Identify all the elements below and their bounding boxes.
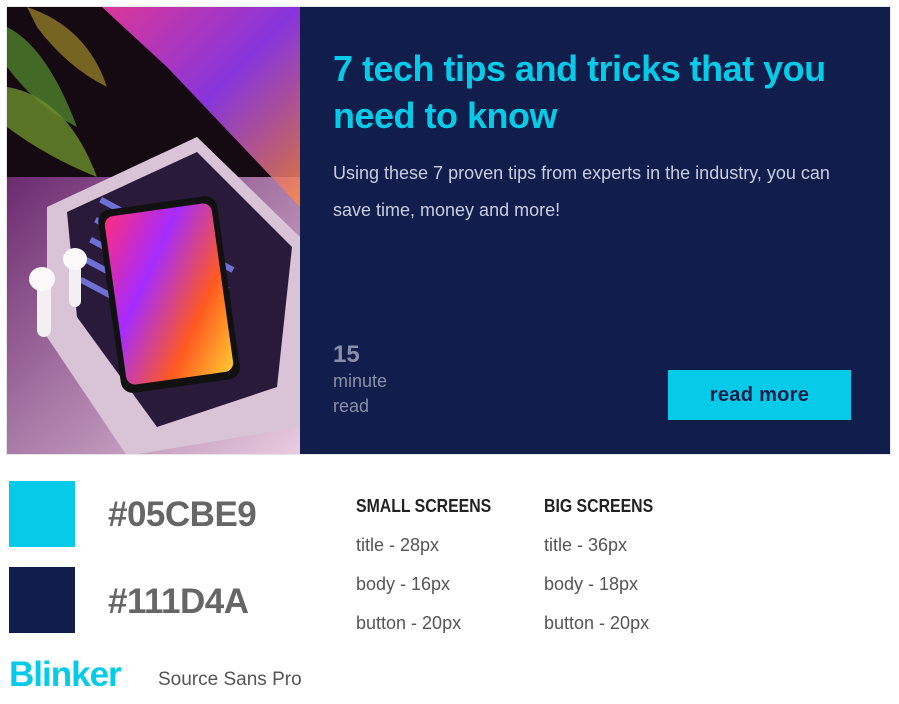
card-content: 7 tech tips and tricks that you need to … (300, 7, 890, 454)
big-title-size: title - 36px (544, 535, 628, 555)
read-time-unit-read: read (333, 396, 370, 416)
secondary-color-swatch (9, 567, 75, 633)
laptop-phone-photo (7, 7, 300, 454)
small-title-size: title - 28px (356, 535, 440, 555)
primary-hex-label: #05CBE9 (108, 495, 257, 534)
secondary-hex-label: #111D4A (108, 582, 249, 621)
read-time: 15 minute read (333, 341, 387, 419)
big-screens-heading: BIG SCREENS (544, 496, 654, 516)
read-time-unit-minute: minute (333, 371, 388, 391)
read-time-number: 15 (333, 341, 360, 368)
card-title: 7 tech tips and tricks that you need to … (333, 48, 826, 136)
big-body-size: body - 18px (544, 574, 639, 594)
primary-color-swatch (9, 481, 75, 547)
small-body-size: body - 16px (356, 574, 451, 594)
small-screens-specs: SMALL SCREENS title - 28px body - 16px b… (356, 495, 510, 634)
small-screens-heading: SMALL SCREENS (356, 496, 492, 516)
article-card: 7 tech tips and tricks that you need to … (6, 6, 891, 455)
small-button-size: button - 20px (356, 613, 462, 633)
big-button-size: button - 20px (544, 613, 650, 633)
heading-font-sample: Blinker (9, 655, 122, 694)
big-screens-specs: BIG SCREENS title - 36px body - 18px but… (544, 495, 668, 634)
read-more-button[interactable]: read more (668, 370, 851, 420)
hero-image (7, 7, 300, 454)
body-font-sample: Source Sans Pro (158, 669, 302, 690)
card-body: Using these 7 proven tips from experts i… (333, 163, 830, 220)
